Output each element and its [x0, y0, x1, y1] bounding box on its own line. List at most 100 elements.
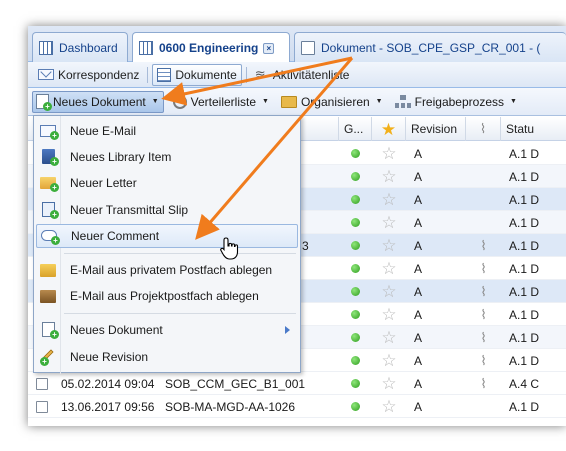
menu-separator [64, 253, 296, 254]
menu-item-new-document[interactable]: + Neues Dokument [36, 318, 298, 342]
column-header-attachment[interactable]: ⌇ [466, 117, 501, 141]
paperclip-icon[interactable]: ⌇ [480, 353, 486, 369]
close-icon[interactable]: × [263, 42, 275, 54]
favorite-cell[interactable]: ☆ [372, 280, 406, 303]
paperclip-icon[interactable]: ⌇ [480, 284, 486, 300]
star-icon[interactable]: ☆ [381, 214, 396, 231]
menu-item-new-revision[interactable]: + Neue Revision [36, 345, 298, 369]
status-dot-icon [351, 310, 360, 319]
menu-item-label: Neue Revision [70, 350, 149, 364]
table-row[interactable]: 05.02.2014 09:04 SOB_CCM_GEC_B1_001 ☆ A ⌇ A.4… [28, 372, 566, 395]
favorite-cell[interactable]: ☆ [372, 326, 406, 349]
revision-cell: A [414, 238, 423, 253]
star-icon[interactable]: ☆ [381, 329, 396, 346]
tab-dashboard[interactable]: Dashboard [32, 32, 128, 62]
revision-cell: A [414, 376, 423, 391]
dropdown-caret-icon[interactable]: ▼ [510, 98, 517, 105]
paperclip-icon[interactable]: ⌇ [480, 261, 486, 277]
sub-tab-bar: Korrespondenz Dokumente ≋ Aktivitätenlis… [28, 62, 566, 88]
menu-item-new-library-item[interactable]: + Neues Library Item [36, 145, 298, 169]
menu-item-file-project-email[interactable]: E-Mail aus Projektpostfach ablegen [36, 284, 298, 308]
star-icon[interactable]: ☆ [381, 398, 396, 415]
paperclip-icon[interactable]: ⌇ [480, 307, 486, 323]
table-icon [157, 67, 172, 82]
star-icon[interactable]: ☆ [381, 283, 396, 300]
revision-cell: A [414, 307, 423, 322]
row-checkbox[interactable] [36, 400, 48, 413]
status-dot-icon [351, 356, 360, 365]
subtab-korrespondenz[interactable]: Korrespondenz [34, 64, 143, 86]
paperclip-icon[interactable]: ⌇ [480, 330, 486, 346]
favorite-cell[interactable]: ☆ [372, 142, 406, 165]
favorite-cell[interactable]: ☆ [372, 303, 406, 326]
menu-item-new-comment[interactable]: + Neuer Comment [36, 224, 298, 248]
favorite-cell[interactable]: ☆ [372, 211, 406, 234]
tab-0600-engineering[interactable]: 0600 Engineering × [132, 32, 290, 63]
attachment-cell: ⌇ [466, 349, 501, 372]
favorite-cell[interactable]: ☆ [372, 372, 406, 395]
tab-label: 0600 Engineering [159, 41, 259, 55]
subtab-aktivitaetenliste[interactable]: ≋ Aktivitätenliste [251, 64, 354, 86]
status-dot-cell [339, 257, 372, 280]
status-cell: A.1 D [509, 238, 540, 253]
status-dot-icon [351, 195, 360, 204]
menu-item-new-transmittal-slip[interactable]: + Neuer Transmittal Slip [36, 198, 298, 222]
favorite-cell[interactable]: ☆ [372, 188, 406, 211]
star-icon[interactable]: ☆ [381, 145, 396, 162]
column-header-favorite[interactable]: ★ [372, 117, 406, 141]
star-icon[interactable]: ☆ [381, 237, 396, 254]
subtab-dokumente[interactable]: Dokumente [152, 63, 242, 86]
status-dot-cell [339, 303, 372, 326]
folder-icon [40, 264, 56, 277]
status-cell: A.4 C [509, 376, 540, 391]
status-cell: A.1 D [509, 192, 540, 207]
dropdown-caret-icon[interactable]: ▼ [262, 98, 269, 105]
date-cell: 13.06.2017 09:56 [61, 399, 155, 414]
new-document-menu: + Neue E-Mail + Neues Library Item + Neu… [33, 115, 301, 374]
favorite-cell[interactable]: ☆ [372, 234, 406, 257]
row-checkbox[interactable] [36, 377, 48, 390]
column-header-revision[interactable]: Revision [406, 117, 466, 141]
grid-icon [139, 41, 153, 55]
row-checkbox-cell[interactable] [28, 372, 56, 395]
approval-process-button[interactable]: Freigabeprozess ▼ [392, 91, 520, 113]
table-row[interactable]: 13.06.2017 09:56 SOB-MA-MGD-AA-1026 ☆ A A.1 … [28, 395, 566, 418]
column-header-status[interactable]: Statu [501, 117, 566, 141]
tab-bar: Dashboard 0600 Engineering × Dokument - … [28, 26, 566, 63]
star-icon[interactable]: ☆ [381, 168, 396, 185]
menu-item-new-letter[interactable]: + Neuer Letter [36, 171, 298, 195]
dropdown-caret-icon[interactable]: ▼ [152, 98, 159, 105]
status-dot-icon [351, 172, 360, 181]
column-header-g[interactable]: G... [339, 117, 372, 141]
status-dot-icon [351, 287, 360, 296]
new-document-button[interactable]: + Neues Dokument ▼ [32, 90, 164, 113]
paperclip-icon[interactable]: ⌇ [480, 376, 486, 392]
favorite-cell[interactable]: ☆ [372, 349, 406, 372]
date-cell: 05.02.2014 09:04 [61, 376, 155, 391]
status-dot-cell [339, 280, 372, 303]
status-cell: A.1 D [509, 169, 540, 184]
star-icon[interactable]: ☆ [381, 260, 396, 277]
favorite-cell[interactable]: ☆ [372, 395, 406, 418]
revision-cell: A [414, 192, 423, 207]
row-checkbox-cell[interactable] [28, 395, 56, 418]
star-icon[interactable]: ☆ [381, 191, 396, 208]
tab-dokument[interactable]: Dokument - SOB_CPE_GSP_CR_001 - ( [294, 32, 566, 62]
favorite-cell[interactable]: ☆ [372, 165, 406, 188]
paperclip-icon[interactable]: ⌇ [480, 238, 486, 254]
menu-item-label: E-Mail aus privatem Postfach ablegen [70, 263, 273, 277]
folder-icon [280, 95, 297, 108]
star-icon[interactable]: ☆ [381, 306, 396, 323]
star-icon[interactable]: ☆ [381, 375, 396, 392]
activity-icon: ≋ [254, 66, 266, 82]
menu-item-label: Neuer Transmittal Slip [70, 203, 189, 217]
star-icon[interactable]: ☆ [381, 352, 396, 369]
dropdown-caret-icon[interactable]: ▼ [376, 98, 383, 105]
menu-item-file-private-email[interactable]: E-Mail aus privatem Postfach ablegen [36, 258, 298, 282]
organize-button[interactable]: Organisieren ▼ [278, 91, 386, 113]
distribution-list-button[interactable]: Verteilerliste ▼ [170, 91, 272, 113]
favorite-cell[interactable]: ☆ [372, 257, 406, 280]
menu-item-new-email[interactable]: + Neue E-Mail [36, 119, 298, 143]
status-dot-cell [339, 165, 372, 188]
attachment-cell: ⌇ [466, 257, 501, 280]
